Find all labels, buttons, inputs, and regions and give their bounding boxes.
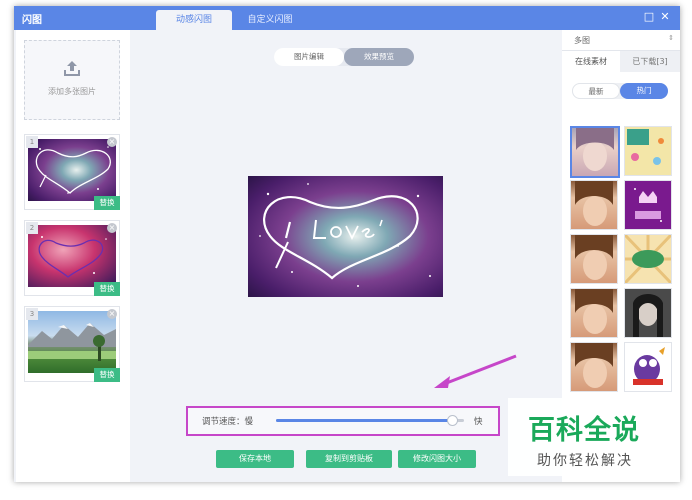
material-thumbnail[interactable] — [624, 234, 672, 284]
watermark-title: 百科全说 — [528, 415, 640, 446]
material-thumbnail[interactable] — [624, 180, 672, 230]
image-thumbnail[interactable]: 3 × 替换 — [24, 306, 120, 382]
replace-button[interactable]: 替换 — [94, 368, 120, 382]
material-thumbnail[interactable] — [624, 288, 672, 338]
speed-slider-handle[interactable] — [446, 415, 458, 426]
copy-clipboard-button[interactable]: 复制到剪贴板 — [306, 450, 392, 468]
material-thumbnail[interactable] — [570, 288, 618, 338]
tab-downloaded[interactable]: 已下载[3] — [620, 51, 680, 72]
thumbnail-image — [28, 225, 116, 287]
add-images-label: 添加多张图片 — [48, 87, 96, 96]
category-select[interactable]: 多图 ⇕ — [562, 30, 680, 51]
filter-latest[interactable]: 最新 — [572, 83, 620, 99]
tab-custom-flash[interactable]: 自定义闪图 — [233, 10, 307, 30]
category-value: 多图 — [574, 36, 590, 45]
app-window: 闪图 动感闪图 自定义闪图 □ ✕ 添加多张图片 1 × 替换 2 × 替换 3… — [14, 6, 680, 482]
thumbnail-index: 3 — [26, 308, 38, 320]
speed-slow-label: 调节速度：慢 — [202, 417, 254, 427]
thumbnail-index: 1 — [26, 136, 38, 148]
close-icon[interactable]: ✕ — [658, 10, 672, 24]
tab-image-edit[interactable]: 图片编辑 — [274, 48, 344, 66]
material-thumbnail[interactable] — [624, 342, 672, 392]
speed-slider-fill — [276, 419, 451, 422]
title-bar: 闪图 动感闪图 自定义闪图 □ ✕ — [14, 6, 680, 30]
thumbnail-index: 2 — [26, 222, 38, 234]
image-thumbnail[interactable]: 2 × 替换 — [24, 220, 120, 296]
upload-icon — [64, 61, 80, 76]
material-thumbnail[interactable] — [570, 234, 618, 284]
filter-hot[interactable]: 热门 — [620, 83, 668, 99]
remove-icon[interactable]: × — [107, 137, 117, 147]
tab-dynamic-flash[interactable]: 动感闪图 — [156, 10, 232, 30]
sort-filter: 最新 热门 — [572, 83, 668, 99]
speed-slider[interactable] — [276, 415, 464, 426]
image-list-panel: 添加多张图片 1 × 替换 2 × 替换 3 × 替换 — [16, 30, 130, 482]
material-thumbnail[interactable] — [570, 342, 618, 392]
select-arrow-icon: ⇕ — [668, 34, 674, 42]
thumbnail-image — [28, 311, 116, 373]
material-thumbnail[interactable] — [624, 126, 672, 176]
app-title: 闪图 — [22, 15, 42, 26]
mode-switch: 图片编辑 效果预览 — [274, 48, 414, 66]
remove-icon[interactable]: × — [107, 309, 117, 319]
annotation-arrow — [434, 354, 517, 388]
material-thumbnail[interactable] — [570, 180, 618, 230]
add-images-button[interactable]: 添加多张图片 — [24, 40, 120, 120]
remove-icon[interactable]: × — [107, 223, 117, 233]
resize-flash-button[interactable]: 修改闪图大小 — [398, 450, 476, 468]
preview-area: 图片编辑 效果预览 调节速度：慢 快 保存本地 复制到剪贴板 修改闪图大小 — [130, 30, 562, 482]
speed-fast-label: 快 — [474, 417, 483, 427]
watermark-subtitle: 助你轻松解决 — [537, 453, 633, 469]
replace-button[interactable]: 替换 — [94, 196, 120, 210]
maximize-icon[interactable]: □ — [642, 10, 656, 24]
tab-online-materials[interactable]: 在线素材 — [562, 51, 620, 72]
image-thumbnail[interactable]: 1 × 替换 — [24, 134, 120, 210]
tab-effect-preview[interactable]: 效果预览 — [344, 48, 414, 66]
save-local-button[interactable]: 保存本地 — [216, 450, 294, 468]
watermark: 百科全说 助你轻松解决 — [508, 398, 680, 476]
thumbnail-image — [28, 139, 116, 201]
speed-control: 调节速度：慢 快 — [186, 406, 500, 436]
replace-button[interactable]: 替换 — [94, 282, 120, 296]
material-thumbnail[interactable] — [570, 126, 620, 178]
preview-image — [248, 176, 443, 297]
